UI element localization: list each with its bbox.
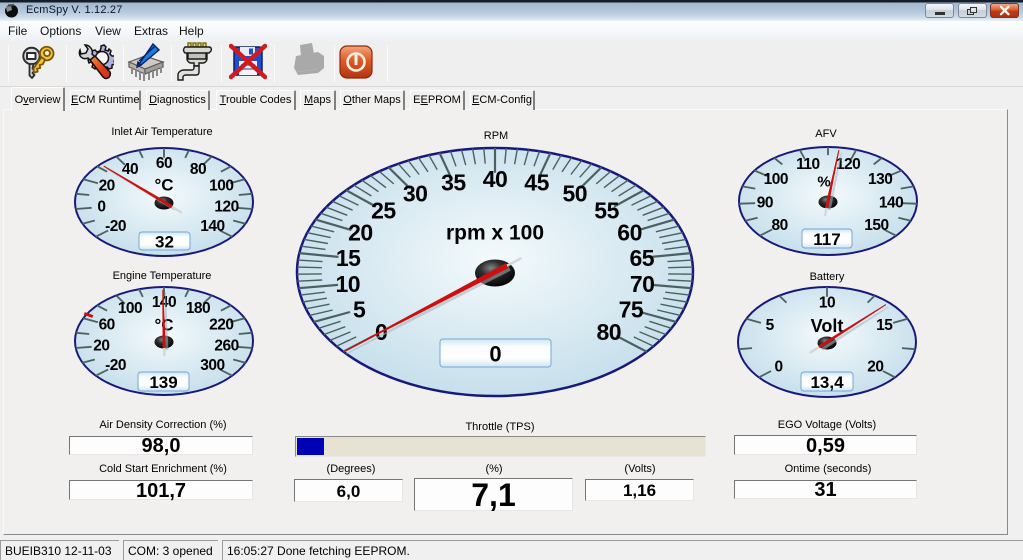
svg-text:10: 10: [336, 271, 361, 297]
svg-text:Volt: Volt: [811, 316, 844, 336]
svg-text:260: 260: [214, 338, 238, 355]
svg-text:°C: °C: [154, 176, 173, 195]
svg-text:140: 140: [200, 218, 224, 235]
svg-text:20: 20: [348, 220, 373, 246]
svg-text:300: 300: [200, 357, 224, 374]
svg-text:110: 110: [796, 156, 820, 173]
svg-text:20: 20: [867, 359, 883, 376]
svg-text:40: 40: [122, 161, 138, 178]
svg-text:80: 80: [771, 217, 787, 234]
svg-text:55: 55: [594, 198, 619, 224]
svg-text:80: 80: [597, 319, 622, 345]
svg-text:120: 120: [214, 199, 238, 216]
svg-text:5: 5: [353, 297, 366, 323]
svg-text:75: 75: [619, 297, 644, 323]
svg-text:0: 0: [97, 199, 105, 216]
svg-text:-20: -20: [105, 357, 126, 374]
svg-text:140: 140: [879, 194, 903, 211]
svg-text:60: 60: [617, 220, 642, 246]
svg-text:117: 117: [813, 230, 840, 249]
svg-text:35: 35: [441, 170, 466, 196]
svg-text:100: 100: [118, 300, 142, 317]
svg-text:15: 15: [336, 245, 361, 271]
svg-text:60: 60: [99, 316, 115, 333]
svg-text:%: %: [817, 174, 830, 191]
svg-text:0: 0: [489, 342, 501, 367]
svg-text:70: 70: [630, 271, 655, 297]
svg-text:5: 5: [766, 317, 775, 334]
svg-text:220: 220: [209, 316, 233, 333]
svg-text:100: 100: [209, 177, 233, 194]
svg-text:139: 139: [149, 373, 177, 392]
svg-text:50: 50: [563, 181, 588, 207]
svg-text:20: 20: [93, 338, 109, 355]
svg-text:15: 15: [876, 317, 893, 334]
svg-text:13,4: 13,4: [810, 373, 844, 392]
svg-text:40: 40: [483, 166, 508, 192]
svg-text:150: 150: [864, 217, 888, 234]
svg-text:32: 32: [155, 233, 174, 252]
svg-text:45: 45: [524, 170, 549, 196]
svg-text:20: 20: [99, 177, 115, 194]
svg-text:rpm x 100: rpm x 100: [446, 222, 544, 245]
svg-text:100: 100: [764, 171, 788, 188]
svg-text:25: 25: [371, 198, 396, 224]
svg-text:0: 0: [775, 359, 783, 376]
svg-text:65: 65: [630, 245, 655, 271]
svg-text:60: 60: [156, 155, 172, 172]
svg-text:-20: -20: [105, 218, 126, 235]
svg-text:10: 10: [819, 294, 835, 311]
svg-text:180: 180: [186, 300, 210, 317]
svg-text:80: 80: [190, 161, 206, 178]
svg-text:30: 30: [403, 181, 428, 207]
svg-text:130: 130: [868, 171, 892, 188]
svg-text:90: 90: [757, 194, 773, 211]
